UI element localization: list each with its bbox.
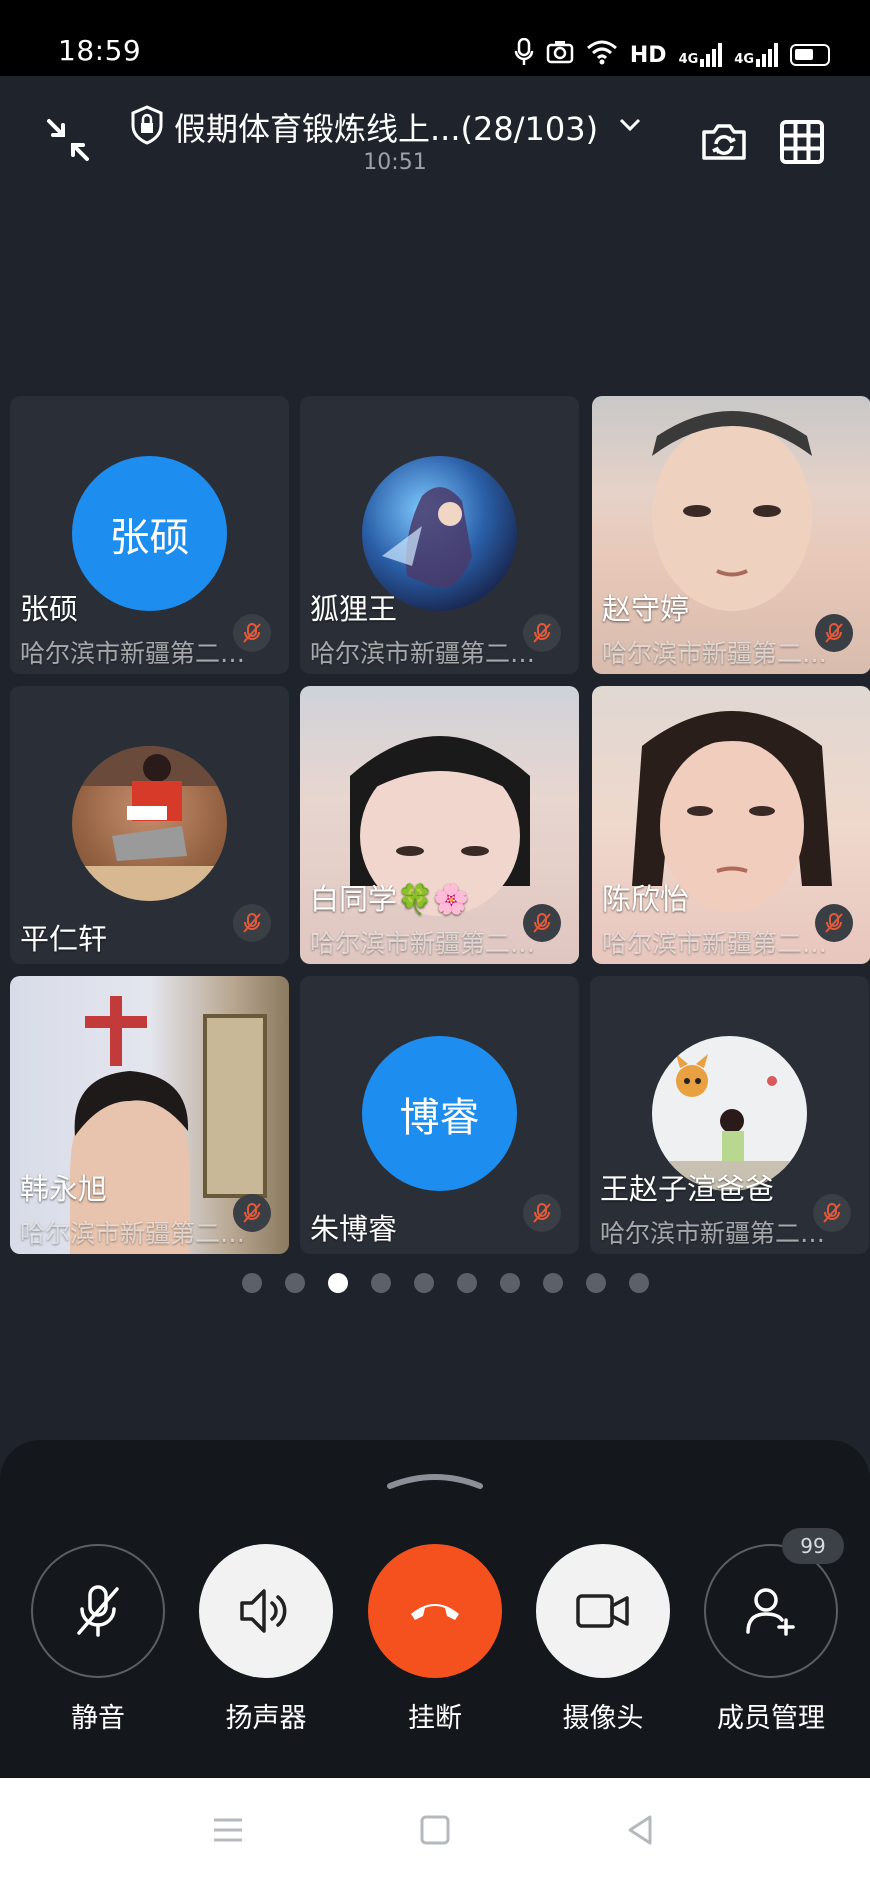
- page-dot[interactable]: [241, 1273, 262, 1293]
- participant-name: 朱博睿: [310, 1212, 398, 1246]
- speaker-control[interactable]: 扬声器: [198, 1544, 334, 1735]
- participant-name: 陈欣怡: [602, 882, 690, 916]
- participant-tile[interactable]: 韩永旭 哈尔滨市新疆第二…: [10, 976, 289, 1254]
- status-time: 18:59: [58, 34, 142, 67]
- members-control[interactable]: 99 成员管理: [703, 1528, 844, 1735]
- grid-view-icon[interactable]: [772, 112, 832, 172]
- participant-tile[interactable]: 狐狸王 哈尔滨市新疆第二…: [300, 396, 579, 674]
- page-indicator[interactable]: [0, 1273, 870, 1293]
- mic-off-icon: [523, 614, 561, 652]
- status-icons: HD 4G 4G: [514, 37, 830, 72]
- meeting-header: 假期体育锻炼线上...(28/103) 10:51: [0, 76, 870, 206]
- participant-grid: 张硕 张硕 哈尔滨市新疆第二… 狐狸王 哈尔滨市新疆第二… 赵守婷 哈尔滨市新疆…: [10, 396, 870, 1256]
- back-icon[interactable]: [620, 1810, 660, 1850]
- page-dot[interactable]: [284, 1273, 305, 1293]
- hangup-control[interactable]: 挂断: [367, 1544, 503, 1735]
- camera-status-icon: [546, 40, 574, 70]
- avatar-text: 张硕: [109, 514, 190, 561]
- hd-label: HD: [629, 42, 667, 68]
- participant-org: 哈尔滨市新疆第二…: [310, 929, 536, 958]
- participant-tile[interactable]: 王赵子渲爸爸 哈尔滨市新疆第二…: [590, 976, 869, 1254]
- home-icon[interactable]: [415, 1810, 455, 1850]
- meeting-duration: 10:51: [363, 150, 427, 175]
- text-avatar: 博睿: [362, 1036, 517, 1191]
- photo-avatar: [72, 746, 227, 901]
- control-panel: 静音 扬声器 挂断 摄像头 99 成员管理: [0, 1440, 870, 1780]
- wifi-icon: [586, 39, 618, 71]
- mic-off-icon: [523, 904, 561, 942]
- camera-label: 摄像头: [562, 1703, 644, 1734]
- participant-name: 狐狸王: [310, 592, 398, 626]
- speaker-label: 扬声器: [225, 1703, 307, 1734]
- page-dot[interactable]: [628, 1273, 649, 1293]
- page-dot[interactable]: [370, 1273, 391, 1293]
- chevron-down-icon: [618, 117, 642, 137]
- page-dot[interactable]: [413, 1273, 434, 1293]
- page-dot[interactable]: [499, 1273, 520, 1293]
- switch-camera-icon[interactable]: [694, 112, 754, 172]
- lock-shield-icon: [130, 105, 164, 149]
- members-badge: 99: [782, 1528, 844, 1564]
- participant-org: 哈尔滨市新疆第二…: [20, 1219, 246, 1248]
- participant-org: 哈尔滨市新疆第二…: [20, 639, 246, 668]
- participant-tile[interactable]: 博睿 朱博睿: [300, 976, 579, 1254]
- hangup-label: 挂断: [408, 1703, 462, 1734]
- meeting-title-row[interactable]: 假期体育锻炼线上...(28/103): [130, 104, 642, 150]
- participant-org: 哈尔滨市新疆第二…: [600, 1219, 826, 1248]
- participant-name: 韩永旭: [20, 1172, 108, 1206]
- participant-org: 哈尔滨市新疆第二…: [602, 639, 828, 668]
- avatar-text: 博睿: [399, 1094, 480, 1141]
- mic-off-icon: [815, 904, 853, 942]
- page-dot[interactable]: [456, 1273, 477, 1293]
- page-dot[interactable]: [327, 1273, 348, 1293]
- members-button[interactable]: 99: [704, 1528, 844, 1678]
- participant-tile[interactable]: 白同学🍀🌸 哈尔滨市新疆第二…: [300, 686, 579, 964]
- participant-name: 赵守婷: [602, 592, 690, 626]
- participant-tile[interactable]: 平仁轩: [10, 686, 289, 964]
- mic-off-icon: [233, 904, 271, 942]
- signal-1-label: 4G: [678, 52, 699, 67]
- menu-icon[interactable]: [208, 1810, 248, 1850]
- camera-button[interactable]: [536, 1544, 670, 1678]
- participant-tile[interactable]: 赵守婷 哈尔滨市新疆第二…: [592, 396, 870, 674]
- mute-control[interactable]: 静音: [30, 1544, 166, 1735]
- participant-name: 张硕: [20, 592, 79, 626]
- page-dot[interactable]: [542, 1273, 563, 1293]
- system-nav-bar: [0, 1778, 870, 1884]
- expand-handle-icon[interactable]: [386, 1470, 484, 1490]
- participant-tile[interactable]: 陈欣怡 哈尔滨市新疆第二…: [592, 686, 870, 964]
- page-dot[interactable]: [585, 1273, 606, 1293]
- participant-org: 哈尔滨市新疆第二…: [310, 639, 536, 668]
- camera-control[interactable]: 摄像头: [535, 1544, 671, 1735]
- participant-name: 白同学🍀🌸: [310, 882, 470, 916]
- participant-tile[interactable]: 张硕 张硕 哈尔滨市新疆第二…: [10, 396, 289, 674]
- mic-off-icon: [523, 1194, 561, 1232]
- mic-off-icon: [233, 1194, 271, 1232]
- mic-off-icon: [813, 1194, 851, 1232]
- battery-icon: [790, 44, 830, 66]
- hangup-button[interactable]: [368, 1544, 502, 1678]
- text-avatar: 张硕: [72, 456, 227, 611]
- signal-2: 4G: [734, 43, 778, 67]
- mute-label: 静音: [71, 1703, 125, 1734]
- signal-2-label: 4G: [734, 52, 754, 67]
- microphone-icon: [514, 37, 534, 72]
- mic-off-icon: [233, 614, 271, 652]
- signal-1: 4G: [679, 43, 723, 67]
- mute-button[interactable]: [31, 1544, 165, 1678]
- participant-name: 平仁轩: [20, 922, 108, 956]
- speaker-button[interactable]: [199, 1544, 333, 1678]
- status-bar: 18:59 HD 4G 4G: [0, 0, 870, 76]
- participant-name: 王赵子渲爸爸: [600, 1172, 775, 1206]
- mic-off-icon: [815, 614, 853, 652]
- members-label: 成员管理: [717, 1703, 825, 1734]
- participant-org: 哈尔滨市新疆第二…: [602, 929, 828, 958]
- meeting-title: 假期体育锻炼线上...(28/103): [174, 110, 599, 148]
